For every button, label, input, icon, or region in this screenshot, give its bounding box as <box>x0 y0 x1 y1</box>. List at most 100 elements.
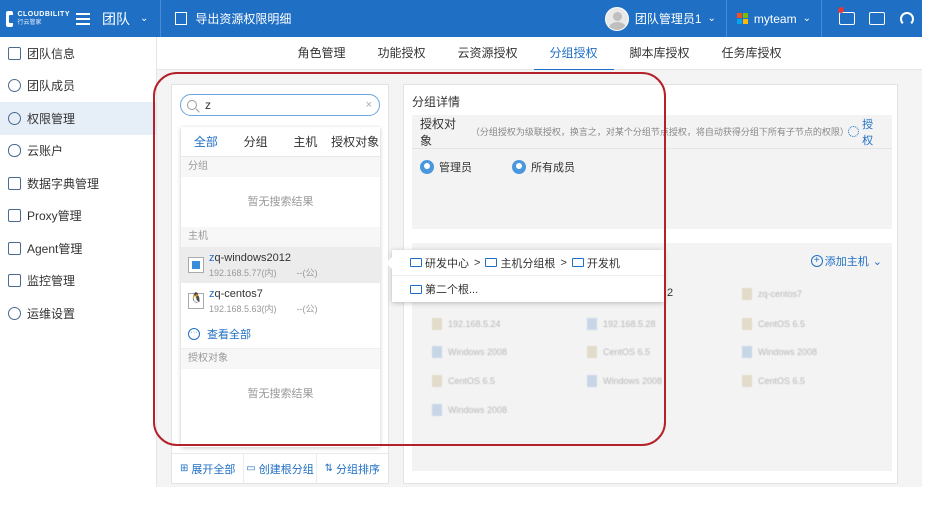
cloud-icon <box>8 144 21 158</box>
user-chevron-down-icon[interactable]: ⌄ <box>708 13 716 24</box>
sidebar-item-permissions[interactable]: 权限管理 <box>0 102 156 135</box>
sort-groups-label: 分组排序 <box>336 463 381 476</box>
sidebar-item-monitor[interactable]: 监控管理 <box>0 265 156 298</box>
dictionary-icon <box>8 176 21 190</box>
sidebar-item-ops-settings[interactable]: 运维设置 <box>0 297 156 330</box>
monitor-icon <box>8 274 21 288</box>
panel-title: 分组详情 <box>412 95 461 109</box>
host-item[interactable]: CentOS 6.5 <box>432 374 495 388</box>
group-path-row[interactable]: 第二个根... <box>392 276 664 302</box>
host-result-item[interactable]: zq-windows2012 192.168.5.77(内) --(公) <box>181 247 380 283</box>
tab-function-authorization[interactable]: 功能授权 <box>361 37 441 70</box>
chevron-down-icon: ⌄ <box>872 255 882 268</box>
host-item[interactable]: 192.168.5.24 <box>432 317 501 331</box>
tasks-button[interactable] <box>862 0 892 37</box>
team-title: 团队 <box>102 10 130 27</box>
host-item[interactable]: Windows 2008 <box>587 374 662 388</box>
notification-dot <box>838 7 844 13</box>
host-item[interactable]: Windows 2008 <box>742 345 817 359</box>
sidebar-item-label: 团队信息 <box>27 46 76 61</box>
support-button[interactable] <box>892 0 922 37</box>
team-members-icon <box>8 79 21 93</box>
torn-edge <box>0 487 930 507</box>
search-filter-tabs: 全部 分组 主机 授权对象 <box>181 127 380 157</box>
sidebar-item-proxy[interactable]: Proxy管理 <box>0 200 156 233</box>
sidebar-item-agent[interactable]: Agent管理 <box>0 232 156 265</box>
sort-groups-button[interactable]: ⇅ 分组排序 <box>317 454 388 483</box>
filter-tab-auth-object[interactable]: 授权对象 <box>330 127 380 156</box>
menu-icon[interactable] <box>76 12 90 25</box>
auth-hint: （分组授权为级联授权，换言之，对某个分组节点授权，将自动获得分组下所有子节点的权… <box>470 127 849 137</box>
sidebar-item-label: 数据字典管理 <box>27 176 100 191</box>
host-item[interactable]: CentOS 6.5 <box>742 317 805 331</box>
host-item[interactable]: CentOS 6.5 <box>742 374 805 388</box>
host-item[interactable]: Windows 2008 <box>432 403 507 417</box>
export-permissions-button[interactable]: 导出资源权限明细 <box>175 10 291 27</box>
host-item[interactable]: Windows 2008 <box>432 345 507 359</box>
proxy-icon <box>8 209 21 223</box>
path-segment: 研发中心 <box>425 257 469 270</box>
host-result-item[interactable]: zq-centos7 192.168.5.63(内)--(公) <box>181 283 380 319</box>
view-all-hosts-link[interactable]: ··· 查看全部 <box>181 319 380 349</box>
auth-label: 授权对象 <box>420 116 457 148</box>
team-logo-tile <box>742 12 748 18</box>
team-logo-tile <box>736 12 742 18</box>
host-item[interactable]: zq-centos7 <box>742 287 802 301</box>
avatar[interactable] <box>604 6 629 31</box>
sidebar-item-team-members[interactable]: 团队成员 <box>0 70 156 103</box>
authorize-button[interactable]: 授权 <box>848 116 884 148</box>
sidebar-item-dictionary[interactable]: 数据字典管理 <box>0 167 156 200</box>
tab-task-library-authorization[interactable]: 任务库授权 <box>706 37 798 70</box>
agent-icon <box>8 241 21 255</box>
section-title-host: 主机 <box>181 227 380 247</box>
team-logo-tile <box>736 18 742 24</box>
path-segment: 第二个根... <box>425 284 479 296</box>
divider <box>821 0 822 37</box>
expand-all-button[interactable]: ⊞ 展开全部 <box>172 454 245 483</box>
filter-tab-group[interactable]: 分组 <box>231 127 281 156</box>
group-path-row[interactable]: 研发中心 > 主机分组根 > 开发机 <box>392 250 664 276</box>
tab-script-library-authorization[interactable]: 脚本库授权 <box>614 37 706 70</box>
divider <box>160 0 162 37</box>
messages-button[interactable] <box>832 0 862 37</box>
user-group-icon <box>420 160 434 174</box>
task-check-icon <box>869 12 885 25</box>
host-name: zq-windows2012 <box>209 251 291 264</box>
sidebar: 团队信息 团队成员 权限管理 云账户 数据字典管理 Proxy管理 Agent管… <box>0 37 157 507</box>
export-icon <box>175 12 188 25</box>
path-separator: > <box>474 256 481 269</box>
create-root-group-button[interactable]: ▭ 创建根分组 <box>244 454 317 483</box>
folder-icon <box>410 258 422 267</box>
filter-tab-host[interactable]: 主机 <box>281 127 331 156</box>
auth-object-admin: 管理员 <box>420 159 472 175</box>
auth-object-label: 所有成员 <box>531 162 575 174</box>
folder-icon <box>485 258 498 267</box>
host-label: 2 <box>667 287 674 299</box>
permission-tabs: 角色管理 功能授权 云资源授权 分组授权 脚本库授权 任务库授权 <box>157 37 922 71</box>
group-path-tooltip: 研发中心 > 主机分组根 > 开发机 第二个根... <box>386 250 664 302</box>
tab-role-management[interactable]: 角色管理 <box>281 37 361 70</box>
chevron-down-icon[interactable]: ⌄ <box>140 13 148 24</box>
team-chevron-down-icon[interactable]: ⌄ <box>803 13 811 24</box>
logo[interactable]: CLOUDBILITY 行云管家 <box>0 0 70 37</box>
user-group-icon <box>512 160 526 174</box>
add-host-button[interactable]: + 添加主机 ⌄ <box>810 253 882 269</box>
sidebar-item-team-info[interactable]: 团队信息 <box>0 37 156 70</box>
logo-text: CLOUDBILITY <box>17 10 70 18</box>
windows-icon <box>188 257 204 273</box>
search-box: × <box>180 94 380 116</box>
host-item[interactable]: CentOS 6.5 <box>587 345 650 359</box>
search-input[interactable] <box>205 98 355 112</box>
team-switcher[interactable]: myteam <box>754 12 797 26</box>
host-item[interactable]: 192.168.5.28 <box>587 317 656 331</box>
sidebar-item-cloud-account[interactable]: 云账户 <box>0 135 156 168</box>
tab-group-authorization[interactable]: 分组授权 <box>533 37 614 71</box>
tab-cloud-resource-authorization[interactable]: 云资源授权 <box>441 37 533 70</box>
add-host-label: 添加主机 <box>824 256 869 268</box>
auth-object-all-members: 所有成员 <box>512 159 575 175</box>
auth-object-label: 管理员 <box>439 162 472 174</box>
clear-icon[interactable]: × <box>366 99 372 111</box>
headset-icon <box>900 11 914 26</box>
filter-tab-all[interactable]: 全部 <box>181 127 231 156</box>
user-name[interactable]: 团队管理员1 <box>635 10 702 27</box>
